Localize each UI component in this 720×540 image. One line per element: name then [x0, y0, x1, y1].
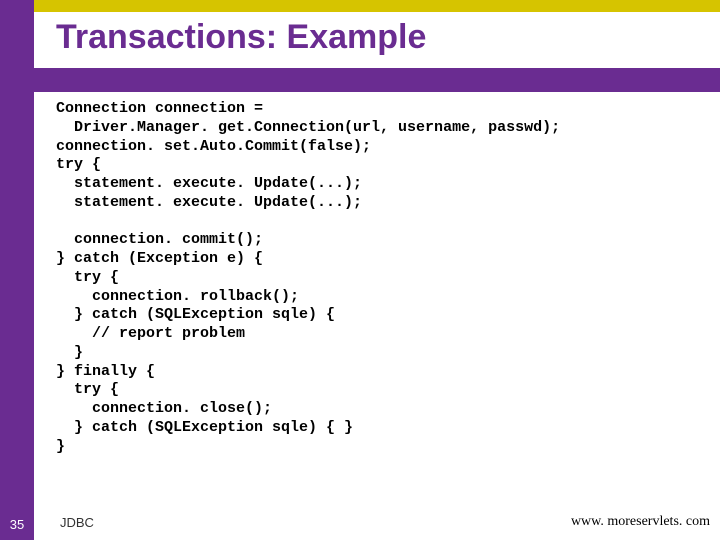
code-block: Connection connection = Driver.Manager. …: [56, 100, 560, 456]
footer-url: www. moreservlets. com: [571, 514, 710, 530]
footer-label: JDBC: [60, 515, 94, 530]
title-underline: [34, 68, 720, 92]
slide-title: Transactions: Example: [56, 18, 426, 57]
left-sidebar: [0, 0, 34, 540]
top-accent-bar: [0, 0, 720, 12]
page-number: 35: [8, 517, 26, 532]
